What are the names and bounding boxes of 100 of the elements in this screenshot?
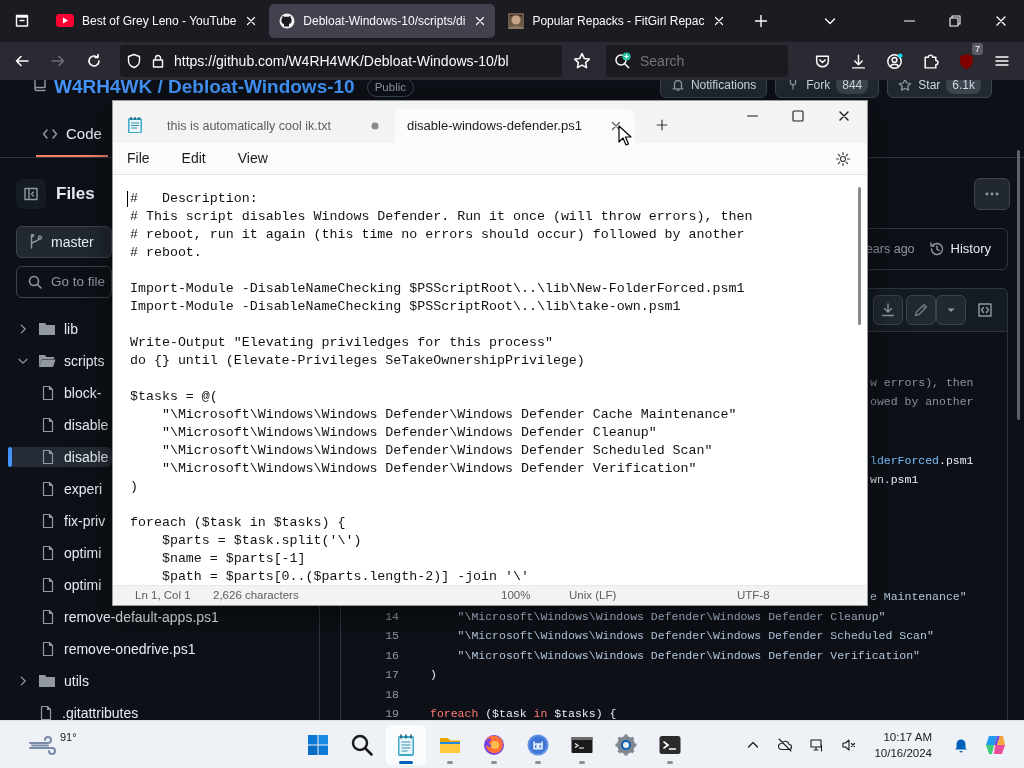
tree-node[interactable]: optimi [8, 543, 106, 563]
tree-node[interactable]: optimi [8, 575, 106, 595]
repo-action-button[interactable]: Fork 844 [775, 80, 880, 98]
scrollbar[interactable] [1017, 150, 1020, 420]
code-line: "\Microsoft\Windows\Windows Defender\Windows Defender Cleanup" [456, 608, 886, 625]
document-tab[interactable]: this is automatically cool ik.txt [155, 109, 391, 143]
running-indicator [399, 760, 413, 764]
history-icon [928, 241, 945, 257]
minimize-icon [903, 20, 915, 22]
text-line: do {} until (Elevate-Privileges SeTakeOwnershipPrivilege) [130, 352, 585, 370]
logo-icon [279, 13, 296, 29]
tab-list-icon [14, 13, 30, 29]
line-number: 19 [384, 706, 399, 720]
menu-item[interactable]: File [117, 146, 160, 171]
text-line: "\Microsoft\Windows\Windows Defender\Windows Defender Cache Maintenance" [160, 406, 737, 424]
scrollbar[interactable] [858, 187, 861, 325]
collapse-panel-button[interactable] [16, 179, 46, 209]
code-tab[interactable]: Code [36, 113, 108, 157]
torrent-icon [526, 732, 550, 757]
edit-button[interactable] [906, 295, 936, 325]
repo-action-button[interactable]: Star 6.1k [887, 80, 992, 98]
running-indicator [447, 760, 453, 764]
cloud-icon [777, 736, 794, 753]
file-icon [40, 513, 56, 529]
download-icon [849, 52, 867, 70]
text-line: ) [130, 478, 138, 496]
fox-globe-icon [482, 732, 506, 757]
tree-node[interactable]: scripts [8, 351, 109, 371]
repo-action-button[interactable]: Notifications [659, 80, 768, 98]
text-line: Import-Module -DisableNameChecking $PSScriptRoot\..\lib\New-FolderForced.psm1 [130, 280, 745, 298]
code-line: wn.psm1 [870, 472, 919, 489]
search-field[interactable]: Search [606, 45, 788, 77]
file-search-field[interactable]: Go to file [16, 266, 112, 298]
status-text: 100% [501, 587, 532, 603]
settings-icon [835, 151, 851, 168]
tree-node[interactable]: remove-onedrive.ps1 [8, 639, 200, 659]
code-line: lderForced.psm1 [870, 452, 974, 469]
text-cursor [127, 191, 128, 207]
play-icon [56, 14, 74, 28]
tree-node[interactable]: disable [8, 447, 113, 467]
code-line: foreach ($task in $tasks) { [430, 706, 617, 720]
tree-node[interactable]: remove-default-apps.ps1 [8, 607, 223, 627]
file-icon [40, 641, 56, 657]
running-indicator [491, 760, 497, 764]
close-icon[interactable] [609, 119, 623, 133]
menu-item[interactable]: Edit [171, 146, 216, 171]
text-line: "\Microsoft\Windows\Windows Defender\Windows Defender Cleanup" [160, 424, 657, 442]
history-button[interactable]: History [922, 238, 997, 260]
code-line: w errors), then [870, 374, 974, 391]
file-icon [40, 385, 56, 401]
tree-node[interactable]: disable [8, 415, 113, 435]
shield-icon [957, 52, 975, 70]
file-icon [40, 545, 56, 561]
tree-node[interactable]: .gitattributes [8, 703, 143, 720]
reload-icon [86, 53, 102, 69]
star-icon [573, 52, 591, 70]
repo-title[interactable]: W4RH4WK / Debloat-Windows-10 [54, 80, 355, 98]
extension-button[interactable]: 7 [950, 45, 982, 77]
status-text: Ln 1, Col 1 [135, 587, 192, 603]
file-icon [40, 577, 56, 593]
repo-icon [32, 80, 48, 92]
document-tab[interactable]: disable-windows-defender.ps1 [395, 109, 635, 143]
menu-icon [994, 53, 1010, 69]
tree-node[interactable]: fix-priv [8, 511, 110, 531]
line-number: 15 [384, 628, 399, 645]
file-search-input[interactable]: Go to file [51, 271, 113, 293]
line-number: 17 [384, 667, 399, 684]
pocket-icon [813, 52, 831, 70]
clock-time[interactable]: 10:17 AM [883, 728, 932, 745]
tree-node[interactable]: utils [8, 671, 93, 691]
code-line: "\Microsoft\Windows\Windows Defender\Windows Defender Verification" [456, 647, 920, 664]
forward-arrow-icon [50, 53, 66, 69]
selection-indicator [8, 447, 12, 467]
folder-icon [38, 321, 56, 337]
code-line: owed by another [870, 394, 974, 411]
back-arrow-icon [14, 53, 30, 69]
tree-node[interactable]: experi [8, 479, 107, 499]
code-line: "\Microsoft\Windows\Windows Defender\Windows Defender Scheduled Scan" [456, 628, 934, 645]
branch-selector[interactable]: master [16, 226, 112, 258]
search-input[interactable]: Search [638, 49, 768, 73]
file-icon [40, 449, 56, 465]
browser-tab[interactable]: Popular Repacks - FitGirl Repac [498, 4, 735, 38]
line-number: 16 [384, 647, 399, 664]
running-indicator [667, 760, 673, 764]
maximize-icon [790, 108, 806, 124]
clock-date[interactable]: 10/16/2024 [874, 744, 932, 761]
download-button[interactable] [873, 295, 903, 325]
download-icon [880, 302, 896, 318]
browser-tab[interactable]: Best of Grey Leno - YouTube [46, 4, 267, 38]
open-folder-icon [38, 353, 56, 369]
search-icon [27, 274, 43, 290]
status-text: UTF-8 [737, 587, 770, 603]
menu-item[interactable]: View [227, 146, 278, 171]
browser-tab[interactable]: Debloat-Windows-10/scripts/di [269, 4, 496, 38]
tree-node[interactable]: lib [8, 319, 82, 339]
text-line: Import-Module -DisableNameChecking $PSScriptRoot\..\lib\take-own.psm1 [130, 298, 681, 316]
bell-icon [670, 80, 685, 92]
tree-node[interactable]: block- [8, 383, 106, 403]
text-line: # reboot, run it again (this time no errors should occur) followed by another [130, 226, 745, 244]
address-bar[interactable]: https://github.com/W4RH4WK/Debloat-Windows-10/bl [120, 45, 562, 77]
